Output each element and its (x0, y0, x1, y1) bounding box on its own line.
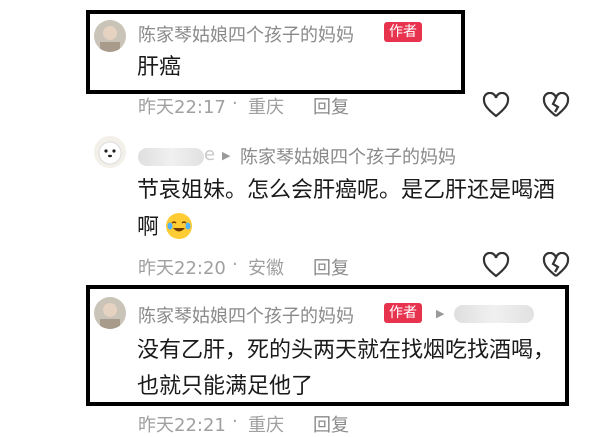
reply-button[interactable]: 回复 (313, 254, 349, 280)
blurred-username (138, 148, 204, 166)
comment-time: 昨天22:17 (138, 97, 226, 118)
reply-button[interactable]: 回复 (313, 411, 349, 437)
meta-separator: · (232, 93, 238, 114)
comment-location: 重庆 (248, 97, 284, 118)
comment-text-line2: 也就只能满足他了 (137, 374, 314, 399)
blurred-reply-to-name (454, 305, 534, 323)
comment-text-line1: 节哀姐妹。怎么会肝癌呢。是乙肝还是喝酒 (137, 178, 556, 203)
comment-1: 陈家琴姑娘四个孩子的妈妈 作者 肝癌 昨天22:17 · 重庆 回复 (0, 0, 600, 120)
author-badge: 作者 (384, 303, 422, 323)
comment-text: 肝癌 (137, 55, 182, 80)
comment-text-line2-text: 啊 (137, 215, 160, 240)
broken-heart-icon[interactable] (542, 92, 570, 118)
comment-text-line2: 啊 (137, 210, 193, 246)
reply-button[interactable]: 回复 (313, 93, 349, 119)
comment-location: 安徽 (248, 258, 284, 279)
comment-2: e ▶ 陈家琴姑娘四个孩子的妈妈 节哀姐妹。怎么会肝癌呢。是乙肝还是喝酒 啊 昨… (0, 130, 600, 280)
author-name-suffix[interactable]: e (204, 144, 215, 165)
heart-icon[interactable] (482, 92, 510, 118)
comment-3: 陈家琴姑娘四个孩子的妈妈 作者 ▶ 没有乙肝，死的头两天就在找烟吃找酒喝， 也就… (0, 285, 600, 436)
reply-to-name[interactable]: 陈家琴姑娘四个孩子的妈妈 (240, 143, 456, 169)
heart-icon[interactable] (482, 252, 510, 278)
avatar[interactable] (94, 20, 126, 52)
avatar[interactable] (94, 136, 126, 168)
author-name[interactable]: 陈家琴姑娘四个孩子的妈妈 (138, 21, 354, 47)
avatar[interactable] (94, 297, 126, 329)
comment-location: 重庆 (248, 415, 284, 436)
author-badge: 作者 (384, 22, 422, 42)
broken-heart-icon[interactable] (542, 252, 570, 278)
comment-text-line1: 没有乙肝，死的头两天就在找烟吃找酒喝， (137, 338, 556, 363)
comment-time: 昨天22:20 (138, 258, 226, 279)
reply-arrow-icon: ▶ (436, 307, 445, 320)
comment-time: 昨天22:21 (138, 415, 226, 436)
meta-separator: · (232, 254, 238, 275)
author-name[interactable]: 陈家琴姑娘四个孩子的妈妈 (138, 302, 354, 328)
meta-separator: · (232, 411, 238, 432)
crying-laughing-emoji-icon (166, 213, 193, 239)
reply-arrow-icon: ▶ (222, 149, 231, 162)
